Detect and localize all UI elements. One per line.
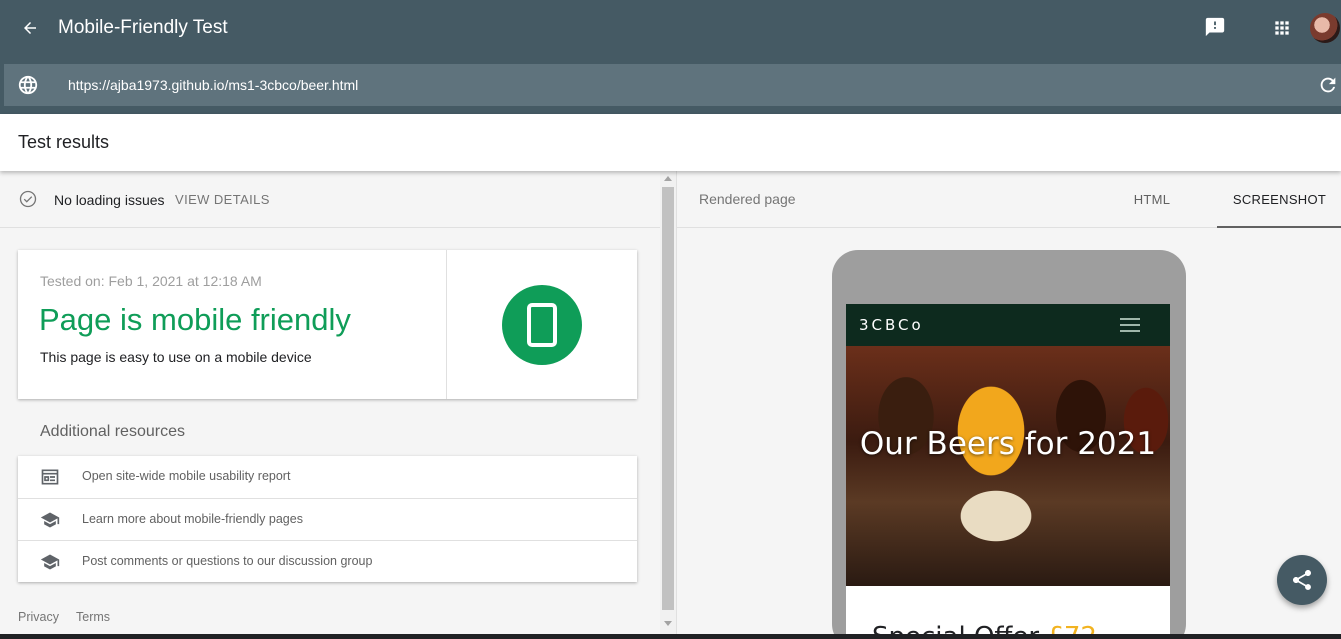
tested-on-timestamp: Tested on: Feb 1, 2021 at 12:18 AM	[40, 273, 262, 289]
terms-link[interactable]: Terms	[76, 610, 110, 624]
tab-html[interactable]: HTML	[1117, 171, 1187, 228]
mobile-friendly-phone-icon	[502, 285, 582, 365]
share-icon	[1293, 570, 1311, 590]
resources-card: Open site-wide mobile usability report L…	[18, 456, 637, 582]
rendered-screenshot: 3CBCo Our Beers for 2021 Special Offer £…	[846, 304, 1170, 639]
result-card: Tested on: Feb 1, 2021 at 12:18 AM Page …	[18, 250, 637, 399]
resources-title: Additional resources	[40, 423, 185, 440]
hamburger-menu-icon	[1120, 318, 1140, 333]
loading-status-text: No loading issues	[54, 192, 165, 208]
globe-icon	[18, 75, 38, 95]
back-button[interactable]	[16, 14, 44, 42]
apps-grid-icon	[1275, 21, 1289, 35]
results-pane: No loading issues VIEW DETAILS Tested on…	[0, 171, 660, 639]
privacy-link[interactable]: Privacy	[18, 610, 59, 624]
url-input[interactable]	[68, 64, 1268, 106]
app-bar: Mobile-Friendly Test	[0, 0, 1341, 114]
feedback-button[interactable]	[1202, 14, 1228, 40]
resource-item-learn-more[interactable]: Learn more about mobile-friendly pages	[18, 498, 637, 540]
preview-pane: Rendered page HTML SCREENSHOT 3CBCo Our …	[676, 171, 1341, 639]
preview-header: Rendered page HTML SCREENSHOT	[677, 171, 1341, 228]
share-button[interactable]	[1277, 555, 1327, 605]
school-cap-icon	[40, 512, 60, 528]
site-brand: 3CBCo	[859, 316, 924, 334]
verdict-heading: Page is mobile friendly	[39, 302, 351, 337]
url-bar	[4, 64, 1341, 106]
view-details-button[interactable]: VIEW DETAILS	[175, 192, 270, 207]
card-divider	[446, 250, 447, 399]
phone-frame: 3CBCo Our Beers for 2021 Special Offer £…	[832, 250, 1186, 639]
app-title: Mobile-Friendly Test	[58, 17, 228, 38]
tab-screenshot[interactable]: SCREENSHOT	[1217, 171, 1341, 228]
feedback-icon	[1205, 17, 1225, 37]
results-header: Test results	[0, 114, 1341, 171]
school-cap-icon	[40, 554, 60, 570]
report-window-icon	[41, 469, 59, 485]
loading-status-row: No loading issues VIEW DETAILS	[0, 171, 660, 228]
check-circle-icon	[19, 190, 37, 208]
resource-label: Learn more about mobile-friendly pages	[82, 512, 303, 526]
verdict-description: This page is easy to use on a mobile dev…	[40, 349, 312, 365]
results-scrollbar[interactable]	[660, 171, 676, 634]
resource-label: Post comments or questions to our discus…	[82, 554, 373, 568]
taskbar-strip	[0, 634, 1341, 639]
rendered-page-label: Rendered page	[699, 191, 796, 207]
arrow-back-icon	[24, 22, 36, 34]
hero-beer-image: Our Beers for 2021	[846, 346, 1170, 586]
account-avatar[interactable]	[1310, 13, 1340, 43]
reload-icon[interactable]	[1317, 74, 1339, 96]
site-navbar: 3CBCo	[846, 304, 1170, 346]
scroll-up-arrow[interactable]	[664, 176, 672, 181]
results-title: Test results	[18, 132, 110, 152]
hero-title: Our Beers for 2021	[859, 426, 1157, 462]
resource-label: Open site-wide mobile usability report	[82, 469, 291, 483]
resource-item-usability-report[interactable]: Open site-wide mobile usability report	[18, 456, 637, 498]
scroll-thumb[interactable]	[662, 187, 674, 610]
apps-button[interactable]	[1269, 15, 1295, 41]
scroll-down-arrow[interactable]	[664, 621, 672, 626]
resource-item-discussion-group[interactable]: Post comments or questions to our discus…	[18, 540, 637, 582]
